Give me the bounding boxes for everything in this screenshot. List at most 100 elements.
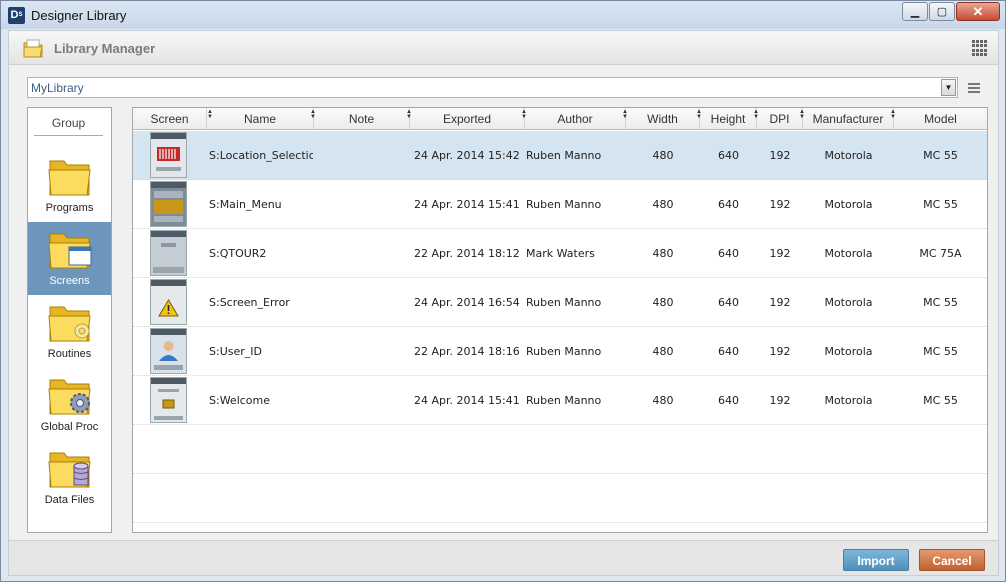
column-header-note[interactable]: Note ▲ ▼ (314, 108, 412, 130)
group-heading: Group (34, 116, 103, 136)
footer-bar: Import Cancel (9, 540, 998, 575)
column-header-manufacturer[interactable]: Manufacturer ▲ ▼ (803, 108, 896, 130)
cell-dpi: 192 (769, 296, 791, 309)
cell-name: S:Welcome (209, 394, 271, 407)
table-row[interactable]: S:Location_Selectio 24 Apr. 2014 15:42 R… (133, 131, 987, 180)
cell-name: S:Screen_Error (209, 296, 290, 309)
cell-exported: 24 Apr. 2014 15:41 (414, 198, 520, 211)
screens-folder-icon (48, 233, 92, 269)
import-button[interactable]: Import (843, 549, 909, 571)
cell-exported: 22 Apr. 2014 18:16 (414, 345, 520, 358)
table-header: Screen ▲ ▼ Name ▲ ▼ Note ▲ ▼ Exported ▲ ▼ Author… (133, 108, 987, 130)
screen-thumbnail-icon (150, 132, 187, 178)
group-item-label: Data Files (44, 494, 95, 506)
group-item-label: Programs (45, 202, 94, 214)
app-logo-sub: S (18, 12, 23, 18)
table-row[interactable]: S:Welcome 24 Apr. 2014 15:41 Ruben Manno… (133, 376, 987, 425)
cell-note (314, 376, 410, 425)
column-header-author[interactable]: Author ▲ ▼ (525, 108, 628, 130)
list-menu-icon[interactable] (964, 78, 984, 97)
cell-model: MC 75A (919, 247, 962, 260)
screen-thumbnail-icon (150, 279, 187, 325)
cell-height: 640 (718, 394, 739, 407)
cell-note (314, 229, 410, 278)
table-row[interactable]: S:Screen_Error 24 Apr. 2014 16:54 Ruben … (133, 278, 987, 327)
library-folder-icon (23, 39, 43, 58)
table-row[interactable]: S:User_ID 22 Apr. 2014 18:16 Ruben Manno… (133, 327, 987, 376)
screen-thumbnail-icon (150, 181, 187, 227)
cancel-button[interactable]: Cancel (919, 549, 985, 571)
title-bar[interactable]: DS Designer Library ▁ ▢ ✕ (1, 1, 1005, 29)
window-title: Designer Library (31, 8, 127, 23)
cell-author: Mark Waters (526, 247, 595, 260)
chevron-down-icon[interactable]: ▼ (941, 79, 956, 96)
cell-dpi: 192 (769, 247, 791, 260)
cell-manufacturer: Motorola (824, 394, 873, 407)
cell-author: Ruben Manno (526, 394, 602, 407)
cell-height: 640 (718, 345, 739, 358)
group-item-global-proc[interactable]: Global Proc (28, 368, 111, 441)
column-header-name[interactable]: Name ▲ ▼ (207, 108, 316, 130)
cell-model: MC 55 (923, 149, 958, 162)
library-select[interactable]: MyLibrary ▼ (27, 77, 958, 98)
cell-dpi: 192 (769, 149, 791, 162)
grid-view-icon[interactable] (972, 40, 988, 56)
programs-folder-icon (48, 160, 91, 196)
group-item-label: Screens (49, 275, 90, 287)
column-header-exported[interactable]: Exported ▲ ▼ (410, 108, 527, 130)
cell-author: Ruben Manno (526, 149, 602, 162)
cell-dpi: 192 (769, 345, 791, 358)
cell-exported: 24 Apr. 2014 15:42 (414, 149, 520, 162)
column-header-width[interactable]: Width ▲ ▼ (626, 108, 702, 130)
cell-width: 480 (652, 198, 674, 211)
maximize-button[interactable]: ▢ (929, 2, 955, 21)
empty-row (133, 474, 987, 523)
cell-manufacturer: Motorola (824, 296, 873, 309)
cell-exported: 24 Apr. 2014 15:41 (414, 394, 520, 407)
group-item-data-files[interactable]: Data Files (28, 441, 111, 514)
column-header-height[interactable]: Height ▲ ▼ (700, 108, 759, 130)
cell-height: 640 (718, 149, 739, 162)
data-files-folder-icon (48, 452, 91, 488)
cell-author: Ruben Manno (526, 296, 602, 309)
screen-thumbnail-icon (150, 377, 187, 423)
cell-note (314, 180, 410, 229)
empty-row (133, 425, 987, 474)
routines-folder-icon (48, 306, 91, 342)
table-row[interactable]: S:QTOUR2 22 Apr. 2014 18:12 Mark Waters … (133, 229, 987, 278)
table-row[interactable]: S:Main_Menu 24 Apr. 2014 15:41 Ruben Man… (133, 180, 987, 229)
minimize-button[interactable]: ▁ (902, 2, 928, 21)
cell-manufacturer: Motorola (824, 198, 873, 211)
group-item-routines[interactable]: Routines (28, 295, 111, 368)
group-item-screens[interactable]: Screens (28, 222, 111, 295)
column-header-dpi[interactable]: DPI ▲ ▼ (757, 108, 805, 130)
screen-thumbnail-icon (150, 230, 187, 276)
cell-width: 480 (652, 149, 674, 162)
close-button[interactable]: ✕ (956, 2, 1000, 21)
cell-manufacturer: Motorola (824, 247, 873, 260)
column-header-model[interactable]: Model (894, 108, 987, 130)
cell-width: 480 (652, 296, 674, 309)
cell-dpi: 192 (769, 198, 791, 211)
cell-author: Ruben Manno (526, 198, 602, 211)
cell-exported: 24 Apr. 2014 16:54 (414, 296, 520, 309)
cell-name: S:User_ID (209, 345, 262, 358)
cell-model: MC 55 (923, 394, 958, 407)
cell-note (314, 278, 410, 327)
cell-name: S:QTOUR2 (209, 247, 267, 260)
cell-height: 640 (718, 247, 739, 260)
column-header-screen[interactable]: Screen ▲ ▼ (133, 108, 213, 130)
cell-note (314, 131, 410, 180)
group-item-label: Global Proc (40, 421, 99, 433)
group-item-programs[interactable]: Programs (28, 149, 111, 222)
cell-width: 480 (652, 247, 674, 260)
page-title: Library Manager (54, 41, 156, 56)
cell-dpi: 192 (769, 394, 791, 407)
cell-model: MC 55 (923, 345, 958, 358)
library-select-value: MyLibrary (31, 81, 84, 95)
cell-width: 480 (652, 394, 674, 407)
app-logo-icon: DS (8, 7, 25, 24)
cell-manufacturer: Motorola (824, 149, 873, 162)
window-controls: ▁ ▢ ✕ (901, 2, 1000, 21)
cell-height: 640 (718, 198, 739, 211)
